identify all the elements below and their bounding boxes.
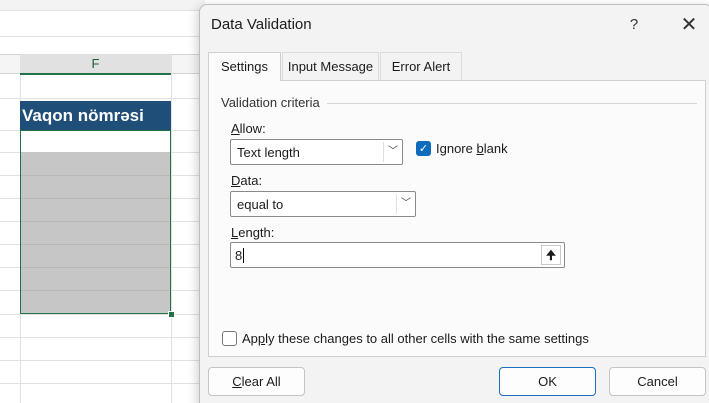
settings-panel: Validation criteria Allow: Text length ﹀…	[208, 80, 706, 357]
dialog-title: Data Validation	[211, 16, 312, 33]
checkmark-icon: ✓	[418, 143, 429, 155]
ignore-blank-checkbox[interactable]: ✓	[416, 141, 431, 156]
grid-line	[21, 175, 170, 176]
grid-line	[21, 198, 170, 199]
allow-select[interactable]: Text length ﹀	[230, 139, 403, 165]
close-icon: ✕	[680, 14, 698, 36]
tab-input-message[interactable]: Input Message	[282, 52, 379, 80]
fill-handle[interactable]	[168, 311, 175, 318]
grid-line	[21, 244, 170, 245]
grid-line	[0, 337, 205, 338]
shaded-cells	[21, 152, 170, 313]
grid-line	[0, 360, 205, 361]
tab-settings[interactable]: Settings	[208, 52, 281, 81]
header-cell[interactable]: Vaqon nömrəsi	[20, 101, 171, 130]
ignore-blank-label[interactable]: Ignore blank	[436, 141, 508, 156]
selected-range[interactable]	[20, 130, 171, 314]
column-header-f[interactable]: F	[20, 54, 171, 75]
data-select[interactable]: equal to ﹀	[230, 191, 416, 217]
spreadsheet-grid: F Vaqon nömrəsi	[0, 0, 205, 403]
group-divider	[327, 103, 697, 104]
help-button[interactable]: ?	[621, 11, 647, 39]
grid-line	[0, 383, 205, 384]
data-label: Data:	[231, 173, 263, 188]
cancel-button[interactable]: Cancel	[609, 367, 706, 396]
collapse-dialog-icon[interactable]: 🠉	[541, 245, 561, 265]
screen: F Vaqon nömrəsi Data Validation ? ✕ Sett…	[0, 0, 709, 403]
apply-all-label[interactable]: Apply these changes to all other cells w…	[242, 331, 589, 346]
chevron-down-icon: ﹀	[383, 142, 402, 162]
grid-line	[0, 98, 205, 99]
allow-label: Allow:	[231, 121, 266, 136]
data-validation-dialog: Data Validation ? ✕ Settings Input Messa…	[199, 4, 709, 403]
chevron-down-icon: ﹀	[396, 194, 415, 214]
grid-line	[21, 221, 170, 222]
grid-line	[21, 290, 170, 291]
grid-line	[0, 36, 205, 37]
length-label: Length:	[231, 225, 275, 240]
apply-all-checkbox[interactable]	[222, 331, 237, 346]
data-value: equal to	[237, 197, 284, 212]
tab-error-alert[interactable]: Error Alert	[380, 52, 462, 80]
length-value: 8	[235, 248, 243, 263]
validation-criteria-label: Validation criteria	[221, 95, 324, 110]
allow-value: Text length	[237, 145, 300, 160]
close-button[interactable]: ✕	[675, 11, 703, 39]
grid-line	[171, 54, 172, 403]
clear-all-button[interactable]: Clear All	[208, 367, 305, 396]
ok-button[interactable]: OK	[499, 367, 596, 396]
length-input[interactable]: 8 🠉	[230, 242, 565, 268]
ribbon-edge	[0, 0, 205, 11]
grid-line	[21, 267, 170, 268]
text-caret	[243, 248, 244, 263]
